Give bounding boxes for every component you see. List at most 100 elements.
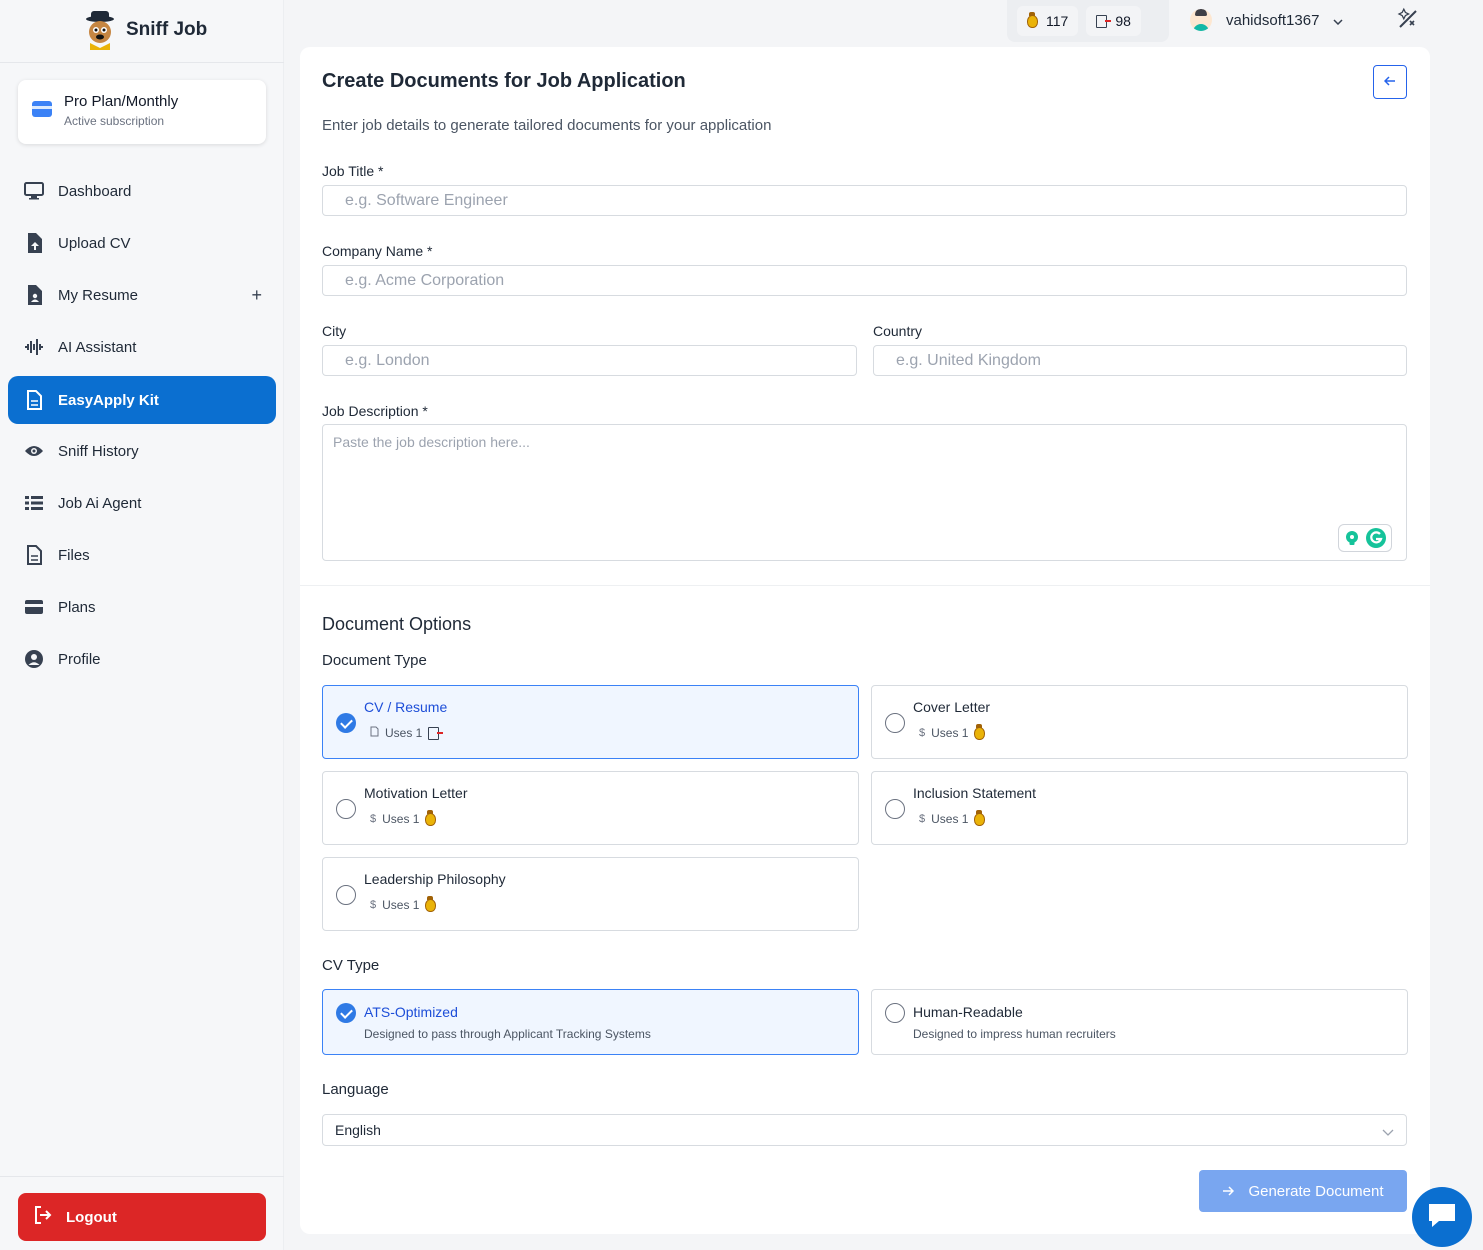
- sidebar-item-label: Dashboard: [58, 182, 132, 200]
- radio-icon: [336, 885, 356, 905]
- section-divider: [300, 585, 1430, 586]
- logout-button[interactable]: Logout: [18, 1193, 266, 1241]
- document-credit-icon: [428, 726, 444, 740]
- option-title: ATS-Optimized: [364, 1004, 458, 1020]
- city-label: City: [322, 323, 347, 339]
- usage-text: Uses 1: [931, 812, 969, 826]
- doc-type-cv-resume[interactable]: CV / Resume Uses 1: [322, 685, 859, 759]
- option-title: Motivation Letter: [364, 785, 468, 801]
- sidebar-item-label: My Resume: [58, 286, 139, 304]
- user-menu[interactable]: vahidsoft1367: [1190, 6, 1343, 34]
- option-description: Designed to impress human recruiters: [913, 1027, 1116, 1041]
- job-title-input[interactable]: e.g. Software Engineer: [322, 185, 1407, 216]
- document-options-heading: Document Options: [322, 614, 472, 634]
- sidebar-item-upload-cv[interactable]: Upload CV: [8, 219, 276, 267]
- page-title: Create Documents for Job Application: [322, 70, 686, 92]
- arrow-left-icon: [1383, 73, 1396, 91]
- language-value: English: [335, 1122, 381, 1138]
- grammarly-icon: [1366, 528, 1386, 548]
- document-balance[interactable]: 98: [1086, 6, 1141, 36]
- grammarly-widget[interactable]: [1338, 524, 1392, 552]
- option-usage: $ Uses 1: [919, 809, 986, 826]
- option-title: Inclusion Statement: [913, 785, 1036, 801]
- option-description: Designed to pass through Applicant Track…: [364, 1027, 651, 1041]
- sidebar-item-dashboard[interactable]: Dashboard: [8, 167, 276, 215]
- language-label: Language: [322, 1081, 389, 1098]
- job-description-label: Job Description *: [322, 403, 428, 419]
- detective-dog-logo-icon: [82, 10, 118, 50]
- option-usage: $ Uses 1: [370, 809, 437, 826]
- sound-wave-icon: [24, 337, 44, 357]
- usage-text: Uses 1: [382, 898, 420, 912]
- coin-bag-icon: [425, 895, 437, 912]
- page-subtitle: Enter job details to generate tailored d…: [322, 117, 772, 134]
- doc-type-leadership-philosophy[interactable]: Leadership Philosophy $ Uses 1: [322, 857, 859, 931]
- sidebar-divider: [0, 62, 284, 63]
- chat-button[interactable]: [1412, 1187, 1472, 1247]
- dollar-icon: $: [370, 813, 377, 825]
- sidebar-item-label: Files: [58, 546, 90, 564]
- cv-type-ats-optimized[interactable]: ATS-Optimized Designed to pass through A…: [322, 989, 859, 1055]
- credit-card-icon: [24, 597, 44, 617]
- usage-text: Uses 1: [931, 726, 969, 740]
- job-title-label: Job Title *: [322, 163, 384, 179]
- app-name: Sniff Job: [126, 19, 208, 40]
- usage-text: Uses 1: [385, 726, 423, 740]
- company-name-input[interactable]: e.g. Acme Corporation: [322, 265, 1407, 296]
- cv-type-human-readable[interactable]: Human-Readable Designed to impress human…: [871, 989, 1408, 1055]
- generate-document-button[interactable]: Generate Document: [1199, 1170, 1407, 1212]
- sidebar-item-label: Plans: [58, 598, 96, 616]
- sidebar-item-easyapply-kit[interactable]: EasyApply Kit: [8, 376, 276, 424]
- theme-toggle-icon[interactable]: [1396, 7, 1420, 31]
- eye-icon: [24, 441, 44, 461]
- sidebar-item-my-resume[interactable]: My Resume +: [8, 271, 276, 319]
- sidebar-item-files[interactable]: Files: [8, 531, 276, 579]
- option-title: Cover Letter: [913, 699, 991, 715]
- sidebar-divider: [0, 1176, 284, 1177]
- cv-type-label: CV Type: [322, 957, 380, 974]
- file-upload-icon: [24, 233, 44, 253]
- job-description-placeholder: Paste the job description here...: [333, 434, 530, 450]
- country-label: Country: [873, 323, 923, 339]
- option-title: Human-Readable: [913, 1004, 1023, 1020]
- coin-bag-icon: [974, 809, 986, 826]
- back-button[interactable]: [1373, 65, 1407, 99]
- sidebar-item-sniff-history[interactable]: Sniff History: [8, 427, 276, 475]
- username: vahidsoft1367: [1226, 11, 1320, 29]
- generate-label: Generate Document: [1248, 1182, 1384, 1200]
- document-type-label: Document Type: [322, 652, 427, 669]
- city-input[interactable]: e.g. London: [322, 345, 857, 376]
- plan-title: Pro Plan/Monthly: [64, 93, 179, 110]
- job-description-textarea[interactable]: Paste the job description here...: [322, 424, 1407, 561]
- sidebar-item-job-ai-agent[interactable]: Job Ai Agent: [8, 479, 276, 527]
- file-icon: [24, 545, 44, 565]
- add-resume-button[interactable]: +: [251, 285, 262, 306]
- credits-bar: 117 98: [1007, 0, 1169, 42]
- document-credit-icon: [1096, 14, 1112, 28]
- file-icon: [370, 726, 379, 740]
- coin-balance[interactable]: 117: [1017, 6, 1079, 36]
- sidebar-item-ai-assistant[interactable]: AI Assistant: [8, 323, 276, 371]
- chevron-down-icon: [1382, 1124, 1394, 1140]
- sidebar-item-profile[interactable]: Profile: [8, 635, 276, 683]
- sidebar-item-plans[interactable]: Plans: [8, 583, 276, 631]
- language-select[interactable]: English: [322, 1114, 1407, 1146]
- doc-type-cover-letter[interactable]: Cover Letter $ Uses 1: [871, 685, 1408, 759]
- plan-card[interactable]: Pro Plan/Monthly Active subscription: [18, 80, 266, 144]
- doc-type-inclusion-statement[interactable]: Inclusion Statement $ Uses 1: [871, 771, 1408, 845]
- dollar-icon: $: [919, 813, 926, 825]
- app-logo[interactable]: Sniff Job: [82, 10, 207, 50]
- company-name-label: Company Name *: [322, 243, 433, 259]
- radio-icon: [885, 1003, 905, 1023]
- monitor-icon: [24, 181, 44, 201]
- lightbulb-icon: [1346, 531, 1358, 545]
- radio-icon: [336, 799, 356, 819]
- main-card: Create Documents for Job Application Ent…: [300, 47, 1430, 1234]
- coin-bag-icon: [1027, 11, 1038, 28]
- doc-type-motivation-letter[interactable]: Motivation Letter $ Uses 1: [322, 771, 859, 845]
- sidebar: Sniff Job Pro Plan/Monthly Active subscr…: [0, 0, 284, 1250]
- coin-bag-icon: [425, 809, 437, 826]
- country-input[interactable]: e.g. United Kingdom: [873, 345, 1407, 376]
- option-title: CV / Resume: [364, 699, 448, 715]
- dollar-icon: $: [370, 899, 377, 911]
